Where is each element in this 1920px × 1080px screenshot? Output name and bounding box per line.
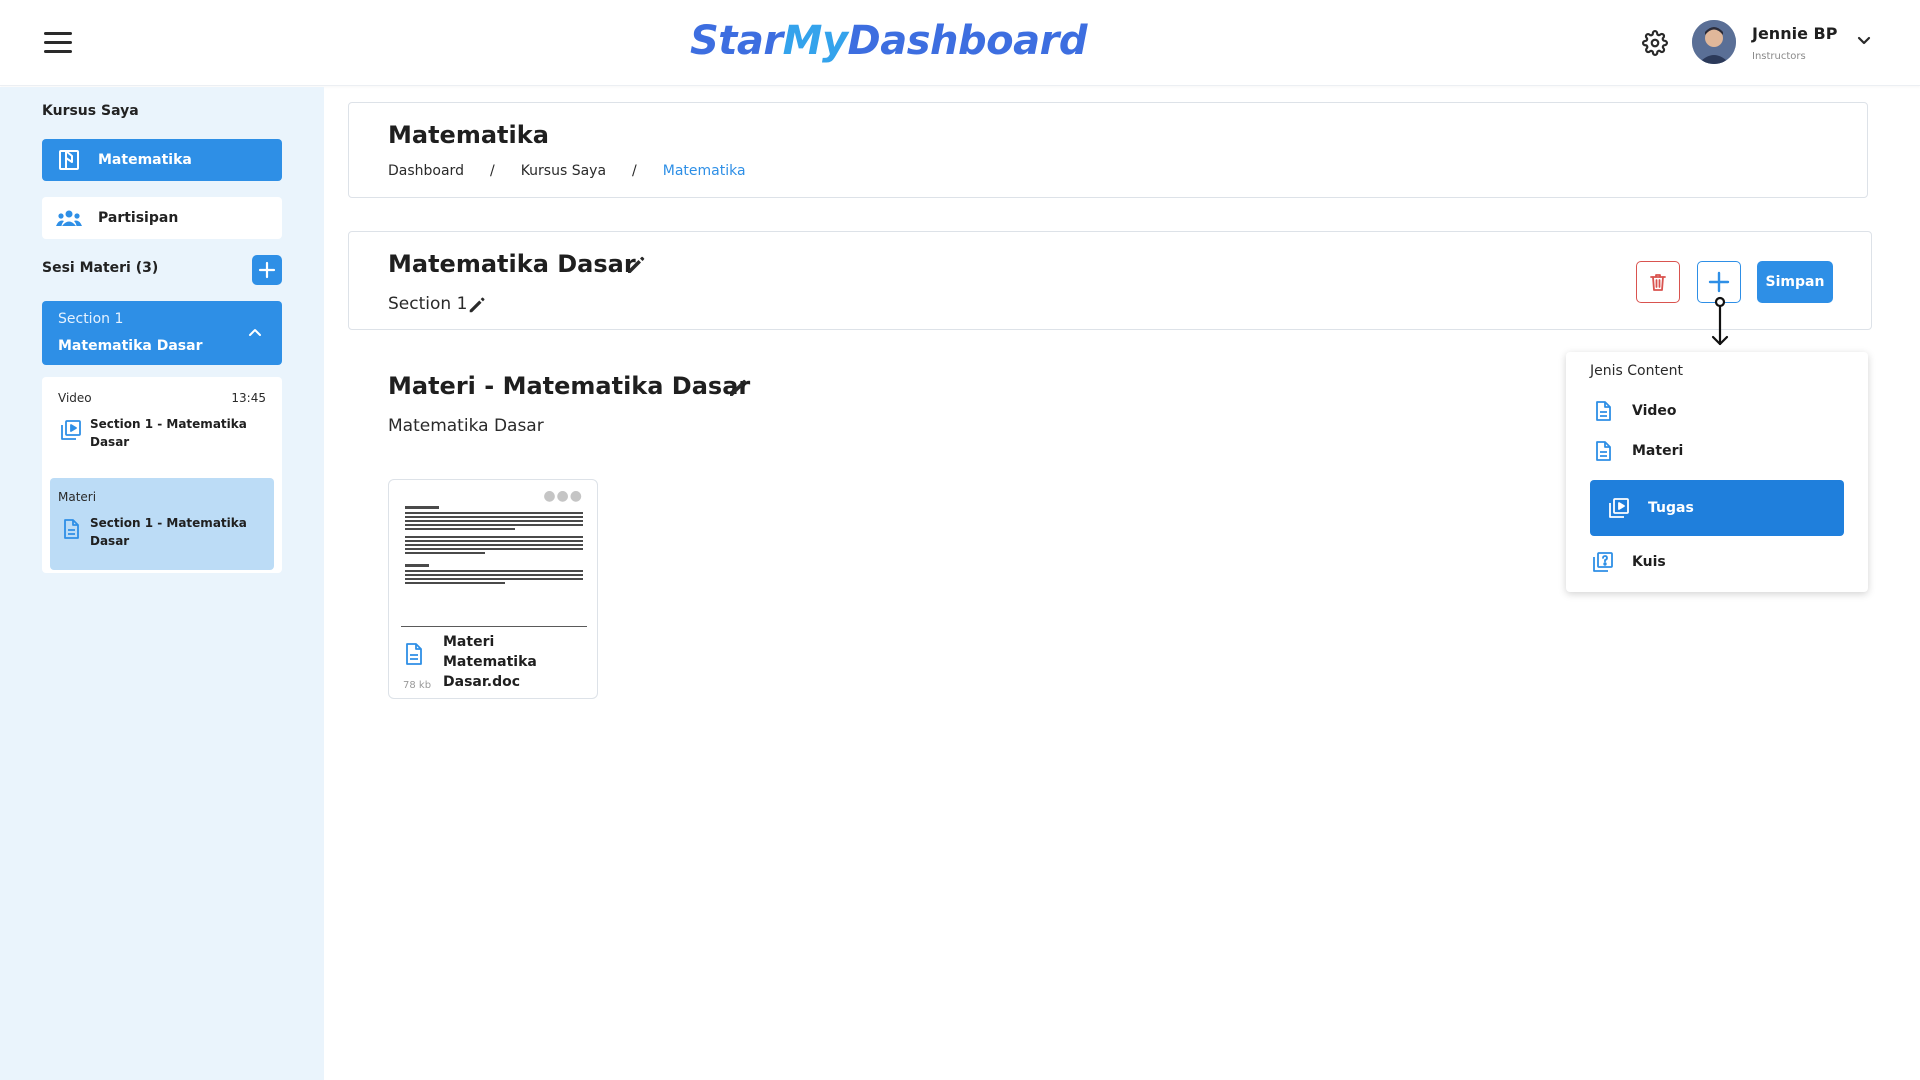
sidebar-item-label: Matematika xyxy=(98,152,192,168)
document-preview-thumbnail xyxy=(405,506,583,584)
content-title: Section 1 - Matematika Dasar xyxy=(90,417,247,449)
section-content-list: Video 13:45 Section 1 - Matematika Dasar… xyxy=(42,377,282,573)
breadcrumb-separator: / xyxy=(632,163,637,179)
document-icon xyxy=(1596,441,1611,461)
pencil-icon[interactable] xyxy=(625,254,647,276)
plus-icon xyxy=(258,261,276,279)
avatar-image xyxy=(1692,20,1736,64)
add-session-button[interactable] xyxy=(252,255,282,285)
plus-icon xyxy=(1708,271,1730,293)
materi-title: Materi - Matematika Dasar xyxy=(388,372,751,400)
document-icon xyxy=(406,643,422,665)
dropdown-pointer-arrow xyxy=(1711,296,1729,346)
page-header-card: Matematika Dashboard / Kursus Saya / Matemat… xyxy=(348,102,1868,198)
breadcrumb: Dashboard / Kursus Saya / Matematika xyxy=(388,163,746,179)
breadcrumb-separator: / xyxy=(489,163,495,179)
sidebar-title: Kursus Saya xyxy=(42,103,139,119)
menu-item-materi[interactable]: Materi xyxy=(1590,431,1844,471)
sidebar-item-label: Partisipan xyxy=(98,210,179,226)
top-bar: StarMyDashboard Jennie BP Instructors xyxy=(0,0,1920,86)
menu-item-label: Kuis xyxy=(1632,554,1666,570)
content-type: Video xyxy=(58,391,92,405)
gear-icon[interactable] xyxy=(1642,30,1668,56)
file-name: Materi Matematika Dasar.doc xyxy=(443,634,537,690)
file-size: 78 kb xyxy=(403,680,432,691)
content-title: Section 1 - Matematika Dasar xyxy=(90,516,247,548)
sidebar: Kursus Saya Matematika Partisipan Sesi M… xyxy=(0,87,324,1080)
delete-button[interactable] xyxy=(1636,261,1680,303)
hamburger-icon[interactable] xyxy=(44,32,72,54)
menu-item-tugas[interactable]: Tugas xyxy=(1590,480,1844,536)
menu-item-kuis[interactable]: Kuis xyxy=(1590,542,1844,582)
menu-item-label: Materi xyxy=(1632,443,1684,459)
chevron-up-icon[interactable] xyxy=(248,327,262,337)
quiz-icon xyxy=(1593,552,1613,572)
section-edit-card: Matematika Dasar Section 1 Simpan xyxy=(348,231,1872,330)
video-library-icon xyxy=(1609,498,1629,518)
file-card[interactable]: ●●● Materi Matematika Dasar.doc 78 kb xyxy=(388,479,598,699)
user-role: Instructors xyxy=(1752,51,1806,62)
content-type: Materi xyxy=(58,490,97,504)
content-duration: 13:45 xyxy=(231,391,266,405)
document-icon xyxy=(1596,401,1611,421)
section-title: Matematika Dasar xyxy=(58,338,203,354)
section-label: Section 1 xyxy=(58,311,124,327)
section-title: Matematika Dasar xyxy=(388,250,636,278)
breadcrumb-current[interactable]: Matematika xyxy=(663,163,746,179)
section-subtitle: Section 1 xyxy=(388,294,468,314)
dropdown-heading: Jenis Content xyxy=(1590,363,1683,379)
menu-item-video[interactable]: Video xyxy=(1590,391,1844,431)
materi-subtitle: Matematika Dasar xyxy=(388,416,544,436)
video-library-icon xyxy=(61,420,81,440)
user-name[interactable]: Jennie BP xyxy=(1752,24,1837,43)
chevron-down-icon[interactable] xyxy=(1856,34,1872,48)
page-title: Matematika xyxy=(388,121,549,149)
brand-logo[interactable]: StarMyDashboard xyxy=(690,18,1088,64)
avatar[interactable] xyxy=(1692,20,1736,64)
list-item[interactable]: Video 13:45 Section 1 - Matematika Dasar xyxy=(50,379,274,471)
list-item[interactable]: Materi Section 1 - Matematika Dasar xyxy=(50,478,274,570)
content-type-dropdown: Jenis Content Video Materi Tugas Kuis xyxy=(1566,352,1868,592)
trash-icon xyxy=(1650,274,1666,291)
people-icon xyxy=(56,205,82,231)
breadcrumb-kursus-saya[interactable]: Kursus Saya xyxy=(521,163,606,179)
document-icon xyxy=(64,519,79,539)
sidebar-item-matematika[interactable]: Matematika xyxy=(42,139,282,181)
more-options-icon[interactable]: ●●● xyxy=(543,488,583,504)
pencil-icon[interactable] xyxy=(727,377,749,399)
pencil-icon[interactable] xyxy=(467,295,487,315)
menu-item-label: Tugas xyxy=(1648,500,1694,516)
sessions-title: Sesi Materi (3) xyxy=(42,260,159,276)
save-button[interactable]: Simpan xyxy=(1757,261,1833,303)
divider xyxy=(401,626,587,627)
section-accordion[interactable]: Section 1 Matematika Dasar xyxy=(42,301,282,365)
breadcrumb-dashboard[interactable]: Dashboard xyxy=(388,163,464,179)
book-open-icon xyxy=(56,147,82,173)
sidebar-item-partisipan[interactable]: Partisipan xyxy=(42,197,282,239)
menu-item-label: Video xyxy=(1632,403,1677,419)
